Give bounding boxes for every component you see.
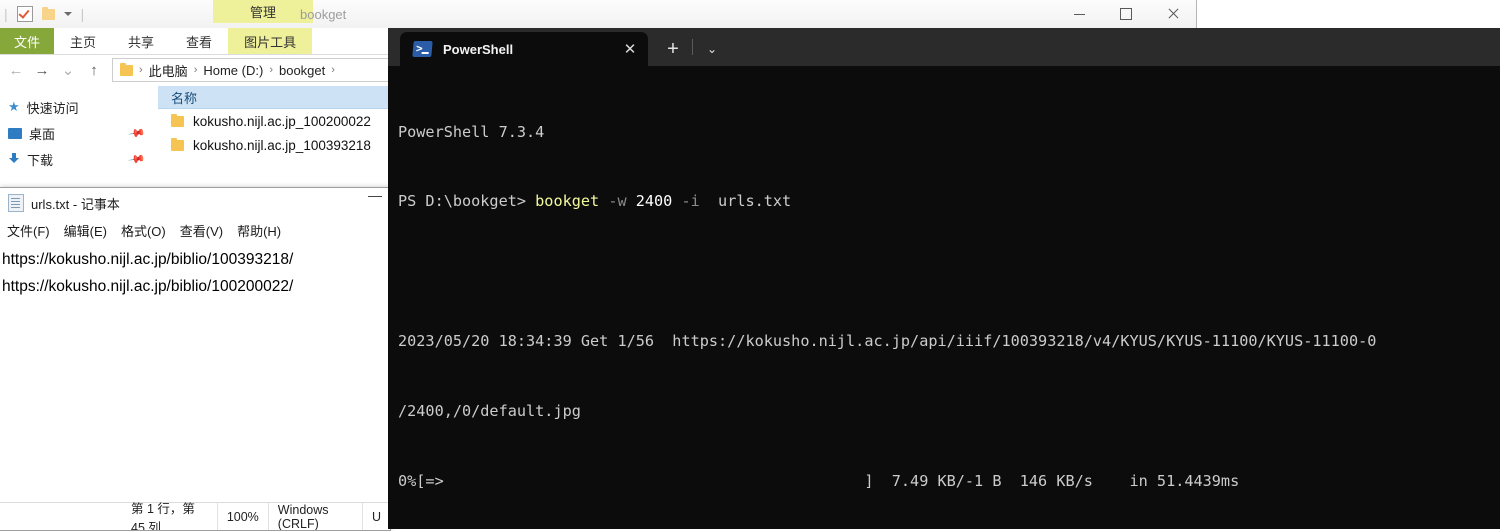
terminal-tab-powershell[interactable]: PowerShell ✕ (400, 32, 648, 66)
powershell-terminal-window: PowerShell ✕ + ⌄ PowerShell 7.3.4 PS D:\… (388, 28, 1500, 529)
breadcrumb-item-bookget[interactable]: bookget (279, 63, 325, 78)
file-name: kokusho.nijl.ac.jp_100393218 (193, 138, 371, 153)
sidebar-item-downloads[interactable]: 下载 📌 (0, 146, 158, 172)
notepad-title: urls.txt - 记事本 (31, 194, 120, 213)
forward-button[interactable]: → (30, 58, 54, 82)
qat-divider-left: | (4, 6, 8, 22)
notepad-icon (8, 194, 24, 212)
ribbon-tab-file[interactable]: 文件 (0, 28, 54, 54)
recent-locations-button[interactable]: ⌄ (56, 58, 80, 82)
up-button[interactable]: ↑ (82, 58, 106, 82)
terminal-output[interactable]: PowerShell 7.3.4 PS D:\bookget> bookget … (388, 66, 1500, 529)
terminal-version-line: PowerShell 7.3.4 (398, 121, 1500, 144)
breadcrumb-item-home-d[interactable]: Home (D:) (203, 63, 263, 78)
ribbon-tab-home[interactable]: 主页 (54, 28, 112, 54)
terminal-blank-line (398, 260, 1500, 283)
folder-icon[interactable] (42, 9, 55, 20)
text-line: https://kokusho.nijl.ac.jp/biblio/100393… (2, 246, 390, 273)
contextual-tab-group-label: 管理 (213, 0, 313, 23)
maximize-button[interactable] (1103, 0, 1149, 28)
checkbox-icon[interactable] (17, 6, 33, 22)
notepad-status-bar: 第 1 行，第 45 列 100% Windows (CRLF) U (0, 502, 390, 530)
notepad-window: urls.txt - 记事本 文件(F) 编辑(E) 格式(O) 查看(V) 帮… (0, 187, 391, 531)
prompt-flag-w: -w (599, 192, 636, 210)
encoding: U (362, 503, 390, 530)
close-icon (1167, 8, 1179, 20)
terminal-tab-bar: PowerShell ✕ + ⌄ (388, 28, 1500, 66)
desktop-icon (8, 128, 22, 139)
terminal-line: 2023/05/20 18:34:39 Get 1/56 https://kok… (398, 330, 1500, 353)
minimize-button[interactable] (1056, 0, 1102, 28)
sidebar-item-label: 桌面 (29, 124, 55, 143)
tab-bar-divider (692, 39, 693, 55)
sidebar-item-label: 快速访问 (27, 98, 79, 117)
terminal-line: 0%[=> ] 7.49 KB/-1 B 146 KB/s in 51.4439… (398, 470, 1500, 493)
prompt-value-width: 2400 (636, 192, 673, 210)
chevron-down-icon[interactable]: ⌄ (699, 32, 725, 66)
breadcrumb-separator: › (139, 64, 143, 76)
notepad-title-bar: urls.txt - 记事本 (0, 188, 390, 218)
close-button[interactable] (1150, 0, 1196, 28)
prompt-prefix: PS D:\bookget> (398, 192, 535, 210)
breadcrumb-item-this-pc[interactable]: 此电脑 (149, 61, 188, 80)
explorer-title-bar: | | 管理 bookget (0, 0, 1196, 28)
explorer-window-title: bookget (300, 0, 346, 28)
breadcrumb-separator: › (331, 64, 335, 76)
folder-icon (171, 140, 184, 151)
menu-help[interactable]: 帮助(H) (237, 221, 281, 240)
prompt-value-input: urls.txt (709, 192, 791, 210)
pin-icon[interactable]: 📌 (128, 150, 147, 169)
ribbon-tab-picture-tools[interactable]: 图片工具 (228, 28, 312, 54)
download-icon (8, 153, 20, 165)
menu-format[interactable]: 格式(O) (121, 221, 166, 240)
star-icon: ★ (8, 99, 20, 115)
minimize-icon (1074, 14, 1085, 15)
breadcrumb-separator: › (194, 64, 198, 76)
terminal-prompt-line: PS D:\bookget> bookget -w 2400 -i urls.t… (398, 190, 1500, 213)
prompt-flag-i: -i (672, 192, 709, 210)
quick-access-toolbar: | | (0, 2, 84, 26)
ribbon-tab-share[interactable]: 共享 (112, 28, 170, 54)
minimize-icon[interactable] (368, 196, 382, 197)
folder-icon (171, 116, 184, 127)
menu-view[interactable]: 查看(V) (180, 221, 223, 240)
qat-divider-right: | (81, 6, 85, 22)
cursor-position: 第 1 行，第 45 列 (122, 503, 217, 530)
maximize-icon (1120, 8, 1132, 20)
powershell-icon (412, 41, 432, 57)
sidebar-item-desktop[interactable]: 桌面 📌 (0, 120, 158, 146)
close-icon[interactable]: ✕ (616, 36, 644, 62)
new-tab-button[interactable]: + (660, 32, 686, 66)
breadcrumb-separator: › (269, 64, 273, 76)
notepad-text-area[interactable]: https://kokusho.nijl.ac.jp/biblio/100393… (0, 244, 390, 502)
menu-file[interactable]: 文件(F) (7, 221, 50, 240)
pin-icon[interactable]: 📌 (128, 124, 147, 143)
text-line: https://kokusho.nijl.ac.jp/biblio/100200… (2, 273, 390, 300)
notepad-menu-bar: 文件(F) 编辑(E) 格式(O) 查看(V) 帮助(H) (0, 218, 390, 242)
terminal-line: /2400,/0/default.jpg (398, 400, 1500, 423)
prompt-command: bookget (535, 192, 599, 210)
menu-edit[interactable]: 编辑(E) (64, 221, 107, 240)
ribbon-tab-view[interactable]: 查看 (170, 28, 228, 54)
back-button[interactable]: ← (4, 58, 28, 82)
chevron-down-icon[interactable] (64, 12, 72, 16)
folder-icon (120, 65, 133, 76)
sidebar-item-label: 下载 (27, 150, 53, 169)
zoom-level: 100% (217, 503, 268, 530)
tab-label: PowerShell (443, 42, 616, 57)
sidebar-item-quick-access[interactable]: ★ 快速访问 (0, 94, 158, 120)
line-ending: Windows (CRLF) (268, 503, 362, 530)
file-name: kokusho.nijl.ac.jp_100200022 (193, 114, 371, 129)
